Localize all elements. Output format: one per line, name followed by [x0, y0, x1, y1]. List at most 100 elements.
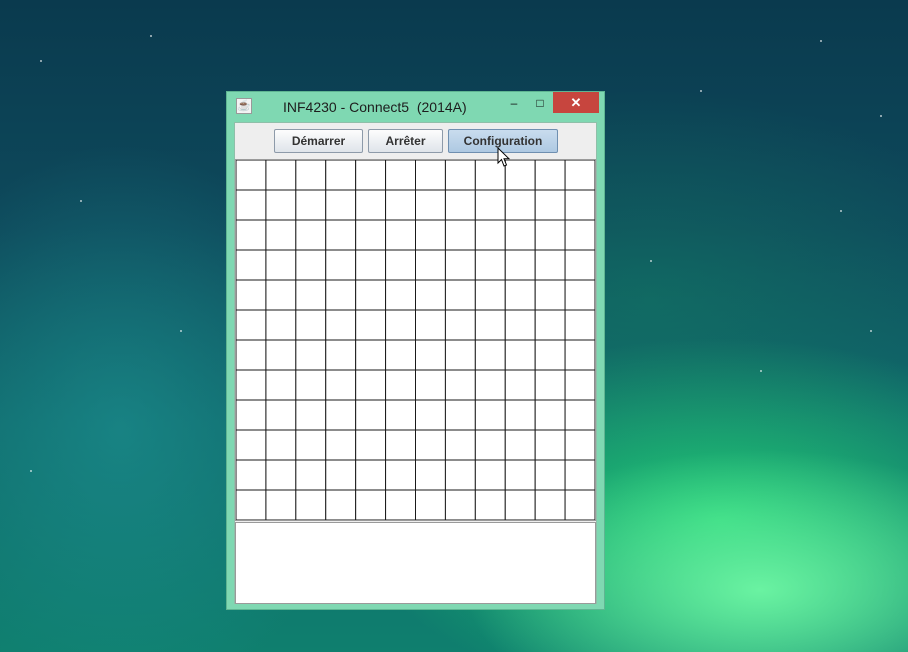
board-cell[interactable] — [474, 219, 506, 251]
board-cell[interactable] — [265, 369, 297, 401]
board-cell[interactable] — [236, 219, 267, 251]
board-cell[interactable] — [415, 489, 446, 520]
board-cell[interactable] — [504, 189, 536, 221]
board-cell[interactable] — [265, 279, 297, 311]
board-cell[interactable] — [265, 459, 297, 491]
board-cell[interactable] — [474, 339, 506, 371]
board-cell[interactable] — [265, 160, 297, 191]
board-cell[interactable] — [265, 489, 297, 520]
board-cell[interactable] — [325, 459, 357, 491]
board-cell[interactable] — [355, 489, 387, 520]
board-cell[interactable] — [325, 399, 357, 431]
board-cell[interactable] — [564, 369, 595, 401]
board-cell[interactable] — [474, 369, 506, 401]
board-cell[interactable] — [564, 459, 595, 491]
board-cell[interactable] — [415, 189, 446, 221]
board-cell[interactable] — [385, 249, 417, 281]
board-cell[interactable] — [564, 160, 595, 191]
board-cell[interactable] — [474, 459, 506, 491]
board-cell[interactable] — [534, 429, 566, 461]
board-cell[interactable] — [474, 279, 506, 311]
board-cell[interactable] — [504, 489, 536, 520]
board-cell[interactable] — [444, 189, 476, 221]
board-cell[interactable] — [415, 309, 446, 341]
board-cell[interactable] — [325, 249, 357, 281]
board-cell[interactable] — [236, 309, 267, 341]
board-cell[interactable] — [236, 249, 267, 281]
board-cell[interactable] — [385, 189, 417, 221]
board-cell[interactable] — [265, 189, 297, 221]
board-cell[interactable] — [265, 219, 297, 251]
board-cell[interactable] — [444, 369, 476, 401]
board-cell[interactable] — [236, 279, 267, 311]
board-cell[interactable] — [325, 189, 357, 221]
board-cell[interactable] — [355, 249, 387, 281]
board-cell[interactable] — [385, 279, 417, 311]
board-cell[interactable] — [534, 399, 566, 431]
board-cell[interactable] — [295, 459, 327, 491]
board-cell[interactable] — [385, 309, 417, 341]
board-cell[interactable] — [236, 459, 267, 491]
board-cell[interactable] — [444, 339, 476, 371]
board-cell[interactable] — [325, 309, 357, 341]
board-cell[interactable] — [415, 279, 446, 311]
board-cell[interactable] — [534, 189, 566, 221]
board-cell[interactable] — [415, 160, 446, 191]
board-cell[interactable] — [415, 459, 446, 491]
board-cell[interactable] — [534, 249, 566, 281]
board-cell[interactable] — [444, 249, 476, 281]
board-cell[interactable] — [415, 429, 446, 461]
board-cell[interactable] — [534, 219, 566, 251]
board-cell[interactable] — [534, 339, 566, 371]
board-cell[interactable] — [355, 219, 387, 251]
board-cell[interactable] — [295, 429, 327, 461]
board-cell[interactable] — [415, 399, 446, 431]
board-cell[interactable] — [355, 189, 387, 221]
board-cell[interactable] — [295, 160, 327, 191]
board-cell[interactable] — [236, 160, 267, 191]
board-cell[interactable] — [236, 489, 267, 520]
board-cell[interactable] — [236, 189, 267, 221]
board-cell[interactable] — [325, 489, 357, 520]
board-cell[interactable] — [265, 429, 297, 461]
board-cell[interactable] — [355, 399, 387, 431]
board-cell[interactable] — [236, 429, 267, 461]
board-cell[interactable] — [504, 219, 536, 251]
board-cell[interactable] — [325, 339, 357, 371]
board-cell[interactable] — [474, 249, 506, 281]
board-cell[interactable] — [564, 339, 595, 371]
board-cell[interactable] — [415, 219, 446, 251]
board-cell[interactable] — [444, 459, 476, 491]
board-cell[interactable] — [295, 219, 327, 251]
board-cell[interactable] — [385, 160, 417, 191]
board-cell[interactable] — [504, 369, 536, 401]
board-cell[interactable] — [474, 489, 506, 520]
board-cell[interactable] — [444, 309, 476, 341]
board-cell[interactable] — [385, 399, 417, 431]
board-cell[interactable] — [564, 309, 595, 341]
output-panel[interactable] — [235, 522, 596, 604]
board-cell[interactable] — [564, 189, 595, 221]
board-cell[interactable] — [295, 279, 327, 311]
board-cell[interactable] — [355, 279, 387, 311]
board-cell[interactable] — [534, 160, 566, 191]
board-grid[interactable] — [236, 160, 595, 520]
board-cell[interactable] — [325, 219, 357, 251]
board-cell[interactable] — [385, 459, 417, 491]
minimize-button[interactable]: – — [502, 95, 526, 113]
board-cell[interactable] — [236, 399, 267, 431]
maximize-button[interactable]: □ — [528, 95, 552, 113]
board-cell[interactable] — [265, 249, 297, 281]
board-cell[interactable] — [474, 189, 506, 221]
title-bar[interactable]: ☕ INF4230 - Connect5 (2014A) – □ ✕ — [227, 92, 604, 122]
board-cell[interactable] — [444, 160, 476, 191]
board-cell[interactable] — [504, 339, 536, 371]
board-cell[interactable] — [474, 399, 506, 431]
board-cell[interactable] — [444, 399, 476, 431]
board-cell[interactable] — [444, 279, 476, 311]
game-board[interactable] — [235, 159, 596, 521]
board-cell[interactable] — [355, 339, 387, 371]
board-cell[interactable] — [355, 459, 387, 491]
board-cell[interactable] — [474, 429, 506, 461]
board-cell[interactable] — [444, 219, 476, 251]
